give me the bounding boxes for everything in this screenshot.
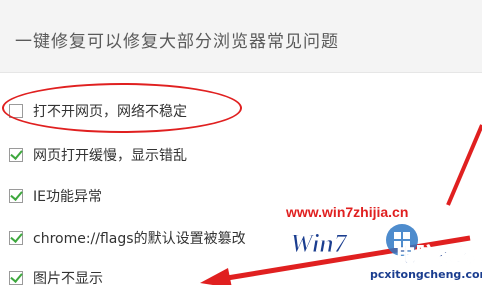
arrow-upper-right: [446, 124, 482, 206]
brand-name: 电脑系统城: [396, 243, 482, 267]
watermark-logo: Win7 电脑系统城 pcxitongcheng.com: [290, 224, 482, 281]
win7-logo-text: Win7: [290, 229, 348, 258]
brand-domain: pcxitongcheng.com: [370, 268, 482, 281]
